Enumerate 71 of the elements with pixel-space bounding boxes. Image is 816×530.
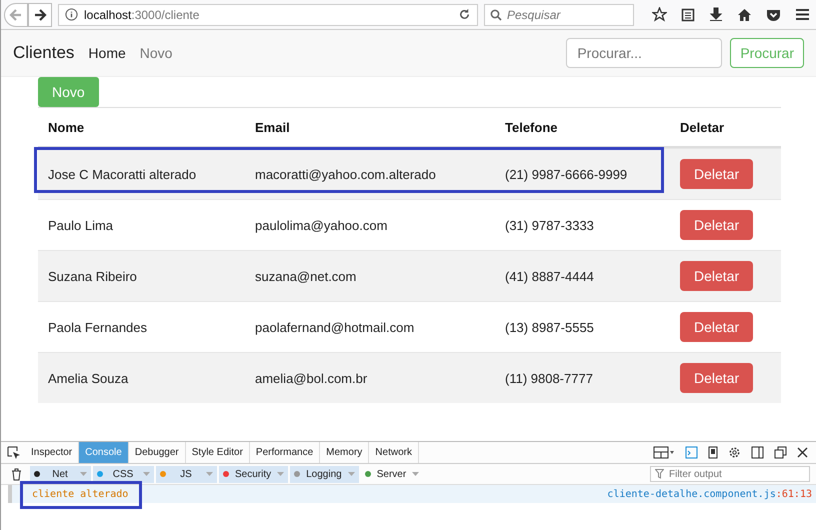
table-cell-text: (41) 8887-4444 xyxy=(505,268,595,284)
delete-button[interactable]: Deletar xyxy=(680,261,754,291)
forward-button[interactable] xyxy=(28,2,52,26)
column-header: Nome xyxy=(47,120,86,134)
menu-icon[interactable] xyxy=(795,8,810,21)
close-icon[interactable] xyxy=(797,447,808,458)
table-cell-text: paolafernand@hotmail.com xyxy=(255,320,416,334)
back-arrow-icon xyxy=(9,8,23,22)
caret-icon xyxy=(412,472,420,476)
filter-button[interactable]: Net xyxy=(30,466,91,482)
pocket-icon[interactable] xyxy=(766,8,781,22)
brand-title[interactable]: Clientes xyxy=(13,43,74,63)
delete-button[interactable]: Deletar xyxy=(680,210,754,240)
forward-arrow-icon xyxy=(33,8,47,22)
log-text: cliente alterado xyxy=(32,488,128,500)
delete-button[interactable]: Deletar xyxy=(680,159,754,189)
windows-icon[interactable] xyxy=(774,446,787,459)
layout-icon[interactable] xyxy=(653,446,675,459)
column-header: Email xyxy=(255,120,291,134)
nav-link[interactable]: Novo xyxy=(140,45,172,61)
delete-button[interactable]: Deletar xyxy=(680,312,754,342)
trash-icon[interactable] xyxy=(11,468,22,480)
devtools-tab[interactable]: Network xyxy=(369,442,419,463)
table-cell-text: macoratti@yahoo.com.alterado xyxy=(255,166,437,182)
star-icon[interactable] xyxy=(652,7,667,22)
search-field[interactable]: Procurar... xyxy=(566,38,722,68)
table-cell-text: (31) 9787-3333 xyxy=(505,218,595,232)
table-cell-text: (13) 8987-5555 xyxy=(505,320,595,334)
clipboard-icon[interactable] xyxy=(681,7,695,22)
filter-button[interactable]: Logging xyxy=(290,466,359,482)
filter-button[interactable]: Server xyxy=(360,466,424,482)
filter-button[interactable]: CSS xyxy=(93,466,154,482)
address-bar[interactable]: localhost:3000/cliente xyxy=(58,4,478,26)
browser-search-field[interactable]: Pesquisar xyxy=(484,4,634,26)
delete-button[interactable]: Deletar xyxy=(680,363,754,393)
download-icon[interactable] xyxy=(709,7,723,22)
caret-icon xyxy=(277,472,284,476)
filter-field[interactable]: Filter output xyxy=(650,466,810,482)
table-cell-text: Paola Fernandes xyxy=(47,320,148,334)
home-icon[interactable] xyxy=(737,8,752,22)
info-icon xyxy=(65,8,78,21)
nav-link[interactable]: Home xyxy=(88,45,126,61)
dock-icon[interactable] xyxy=(751,446,764,459)
table-cell-text: (21) 9987-6666-9999 xyxy=(505,166,628,182)
column-header: Deletar xyxy=(680,120,726,134)
filter-button[interactable]: Security xyxy=(219,466,288,482)
phone-icon[interactable] xyxy=(708,446,718,459)
table-cell-text: Suzana Ribeiro xyxy=(47,268,138,284)
devtools-tab[interactable]: Debugger xyxy=(128,442,186,463)
caret-icon xyxy=(80,472,87,476)
table-cell-text: suzana@net.com xyxy=(255,268,358,284)
devtools-tab[interactable]: Performance xyxy=(250,442,320,463)
table-cell-text: amelia@bol.com.br xyxy=(255,370,368,386)
table-cell-text: paulolima@yahoo.com xyxy=(255,218,388,232)
devtools-tab[interactable]: Memory xyxy=(320,442,370,463)
table-cell-text: Amelia Souza xyxy=(47,370,130,386)
devtools-tab[interactable]: Style Editor xyxy=(186,442,250,463)
table-cell-text: (11) 9808-7777 xyxy=(505,370,594,386)
caret-icon xyxy=(143,472,150,476)
table-cell-text: Jose C Macoratti alterado xyxy=(47,166,198,182)
console-icon[interactable] xyxy=(685,446,698,459)
table-cell-text: Paulo Lima xyxy=(47,218,114,232)
filter-button[interactable]: JS xyxy=(156,466,217,482)
url-text: localhost:3000/cliente xyxy=(84,8,200,22)
element-picker-icon[interactable] xyxy=(7,446,21,460)
reload-icon[interactable] xyxy=(458,8,471,21)
caret-icon xyxy=(348,472,355,476)
source-link[interactable]: cliente-detalhe.component.js:61:13 xyxy=(607,488,812,500)
settings-icon[interactable] xyxy=(728,446,741,459)
column-header: Telefone xyxy=(505,120,558,134)
caret-icon xyxy=(206,472,213,476)
